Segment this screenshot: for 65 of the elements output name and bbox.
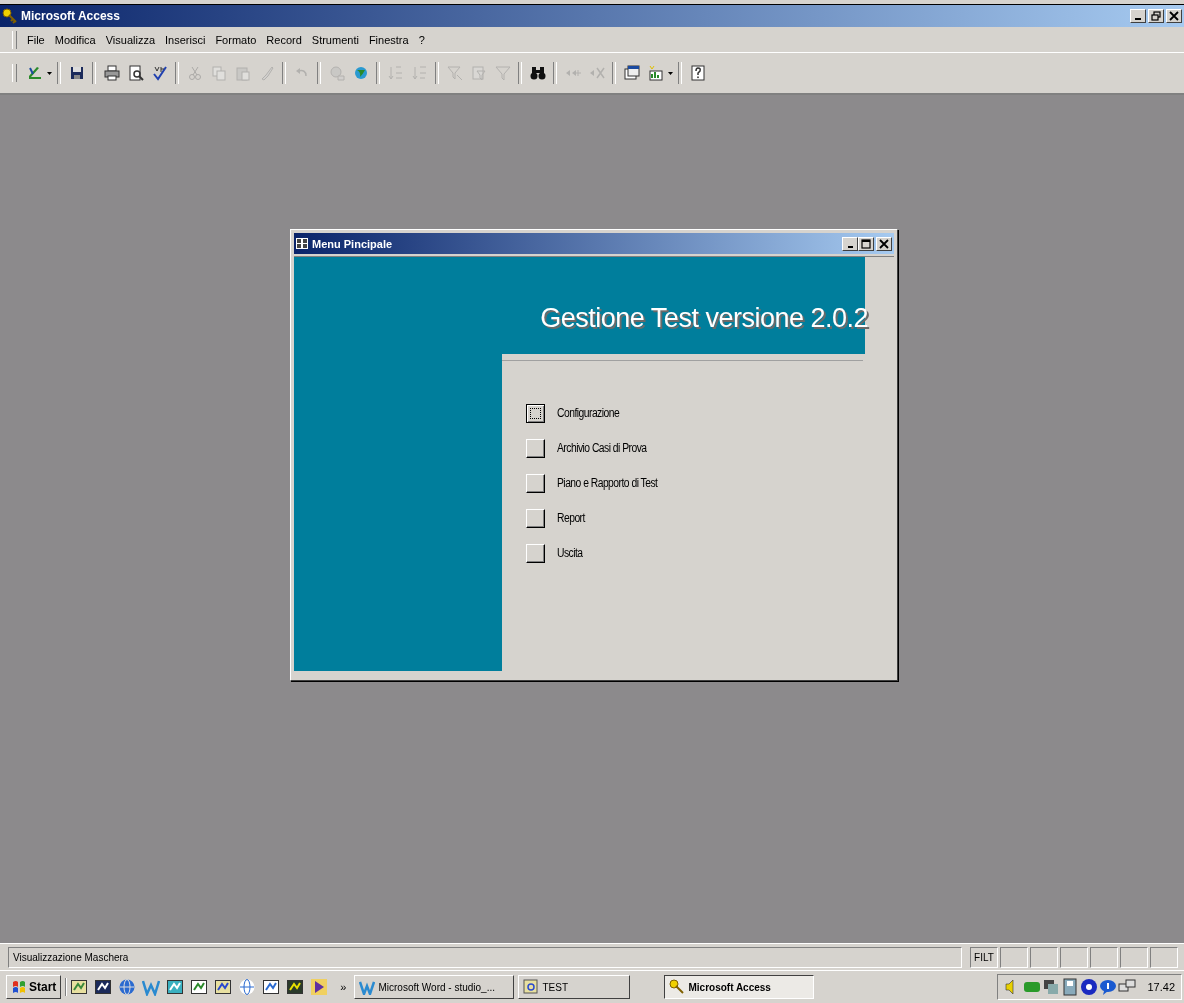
close-icon <box>1169 11 1179 21</box>
print-preview-icon[interactable] <box>127 65 144 81</box>
form-icon <box>296 238 308 249</box>
database-window-icon[interactable] <box>623 65 640 81</box>
more-button[interactable]: » <box>336 981 351 993</box>
maximize-icon <box>861 238 871 249</box>
new-object-icon[interactable] <box>647 65 664 81</box>
play-icon[interactable] <box>310 978 329 996</box>
menu-item[interactable]: Modifica <box>49 31 101 48</box>
binoculars-icon[interactable] <box>529 65 546 81</box>
maximize-button[interactable] <box>858 236 874 251</box>
status-panel <box>1150 946 1178 968</box>
restore-icon <box>1151 11 1161 21</box>
globe-icon[interactable] <box>118 978 137 996</box>
close-button[interactable] <box>876 236 892 251</box>
minimize-icon <box>847 245 853 248</box>
menu-item[interactable]: Strumenti <box>306 31 364 48</box>
save-icon[interactable] <box>68 65 85 81</box>
taskbar-button[interactable]: Microsoft Access <box>664 975 815 999</box>
clock: 17.42 <box>1147 981 1175 993</box>
close-button[interactable] <box>1166 9 1182 23</box>
menu-option-label: Uscita <box>557 546 583 560</box>
flag-icon <box>11 979 27 995</box>
help-icon[interactable] <box>689 65 706 81</box>
dropdown-arrow-icon[interactable] <box>47 71 52 75</box>
minimize-button[interactable] <box>842 236 858 251</box>
letter-w-icon <box>359 979 376 995</box>
drive-icon[interactable] <box>1061 978 1080 996</box>
round-badge-icon[interactable] <box>1080 978 1099 996</box>
menu-item[interactable]: Finestra <box>363 31 414 48</box>
status-panel <box>1090 946 1118 968</box>
start-button[interactable]: Start <box>6 975 62 999</box>
bubble-icon[interactable] <box>1099 978 1118 996</box>
menu-option-label: Archivio Casi di Prova <box>557 441 647 455</box>
dropdown-arrow-icon[interactable] <box>668 71 673 75</box>
form-title: Menu Pincipale <box>312 237 394 250</box>
status-text: Visualizzazione Maschera <box>8 946 962 968</box>
status-panel <box>1030 946 1058 968</box>
menu-option-label: Piano e Rapporto di Test <box>557 476 658 490</box>
taskbar-button[interactable]: Microsoft Word - studio_... <box>354 975 515 999</box>
spelling-check-icon[interactable] <box>151 65 168 81</box>
menu-option-label: Report <box>557 511 585 525</box>
status-indicator: FILT <box>970 946 998 968</box>
status-panel <box>1120 946 1148 968</box>
taskbar-button[interactable]: TEST <box>518 975 631 999</box>
menu-item[interactable]: Inserisci <box>160 31 211 48</box>
menu-item[interactable]: File <box>22 31 50 48</box>
browser-icon[interactable] <box>238 978 257 996</box>
view-icon[interactable] <box>26 65 43 81</box>
status-panel <box>1000 946 1028 968</box>
menu-item[interactable]: ? <box>413 31 430 48</box>
minimize-icon <box>1135 18 1141 20</box>
menu-option-button[interactable] <box>526 403 545 423</box>
menu-option-label: Configurazione <box>557 406 620 420</box>
menu-item[interactable]: Record <box>261 31 307 48</box>
minimize-button[interactable] <box>1130 9 1146 23</box>
menu-item[interactable]: Formato <box>210 31 262 48</box>
close-icon <box>879 238 889 249</box>
chart-icon[interactable] <box>70 978 89 996</box>
window-title: Microsoft Access <box>21 9 121 23</box>
status-panel <box>1060 946 1088 968</box>
print-icon[interactable] <box>103 65 120 81</box>
menu-item[interactable]: Visualizza <box>100 31 161 48</box>
restore-button[interactable] <box>1148 9 1164 23</box>
globe-icon[interactable] <box>352 65 369 81</box>
